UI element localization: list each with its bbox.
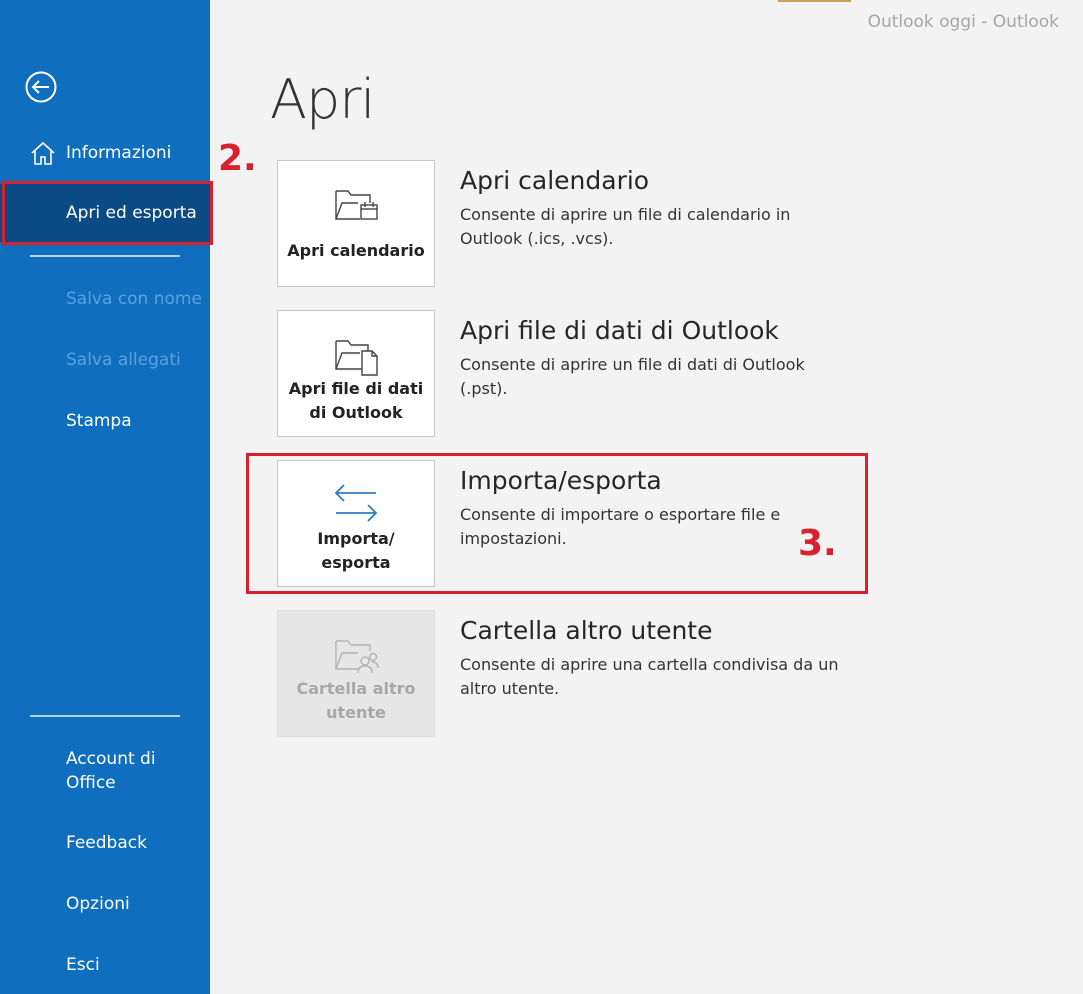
- option-description: Consente di aprire una cartella condivis…: [460, 655, 839, 698]
- sidebar-item-label: Informazioni: [66, 143, 172, 163]
- option-title: Apri file di dati di Outlook: [460, 316, 779, 345]
- other-user-folder-tile: Cartella altro utente: [277, 610, 435, 737]
- option-title: Cartella altro utente: [460, 616, 713, 645]
- data-file-folder-icon: [332, 331, 380, 379]
- tile-label: Apri calendario: [287, 241, 425, 260]
- sidebar-item-label: Opzioni: [66, 894, 130, 914]
- back-arrow-icon[interactable]: [24, 70, 58, 104]
- tile-label: Cartella altro utente: [296, 679, 416, 722]
- sidebar-item-account[interactable]: Account di Office: [0, 747, 210, 797]
- sidebar: Informazioni Apri ed esporta Salva con n…: [0, 0, 210, 994]
- sidebar-item-label: Feedback: [66, 833, 147, 853]
- annotation-number-step2: 2.: [218, 138, 257, 179]
- title-accent-line: [778, 0, 851, 2]
- sidebar-item-stampa[interactable]: Stampa: [0, 409, 210, 435]
- window-title: Outlook oggi - Outlook: [867, 12, 1059, 32]
- sidebar-item-feedback[interactable]: Feedback: [0, 831, 210, 857]
- home-icon: [30, 140, 56, 166]
- sidebar-divider: [30, 715, 180, 717]
- open-data-file-tile[interactable]: Apri file di dati di Outlook: [277, 310, 435, 437]
- sidebar-item-salva-con-nome: Salva con nome: [0, 287, 210, 313]
- annotation-highlight-step2: [2, 181, 213, 245]
- tile-label: Apri file di dati di Outlook: [288, 379, 424, 422]
- sidebar-item-label: Esci: [66, 955, 100, 975]
- shared-user-folder-icon: [332, 631, 380, 679]
- open-calendar-tile[interactable]: Apri calendario: [277, 160, 435, 287]
- option-description: Consente di aprire un file di calendario…: [460, 205, 791, 248]
- sidebar-item-label: Account di Office: [66, 749, 156, 793]
- sidebar-divider: [30, 255, 180, 257]
- sidebar-item-label: Salva con nome: [66, 289, 202, 309]
- sidebar-item-salva-allegati: Salva allegati: [0, 348, 210, 374]
- sidebar-item-esci[interactable]: Esci: [0, 953, 210, 979]
- annotation-highlight-step3: [246, 453, 868, 594]
- option-description: Consente di aprire un file di dati di Ou…: [460, 355, 805, 398]
- sidebar-item-informazioni[interactable]: Informazioni: [0, 140, 210, 170]
- calendar-folder-icon: [332, 181, 380, 229]
- option-title: Apri calendario: [460, 166, 650, 195]
- sidebar-item-opzioni[interactable]: Opzioni: [0, 892, 210, 918]
- sidebar-item-label: Stampa: [66, 411, 132, 431]
- annotation-number-step3: 3.: [798, 523, 837, 564]
- sidebar-item-label: Salva allegati: [66, 350, 181, 370]
- page-title: Apri: [270, 68, 375, 131]
